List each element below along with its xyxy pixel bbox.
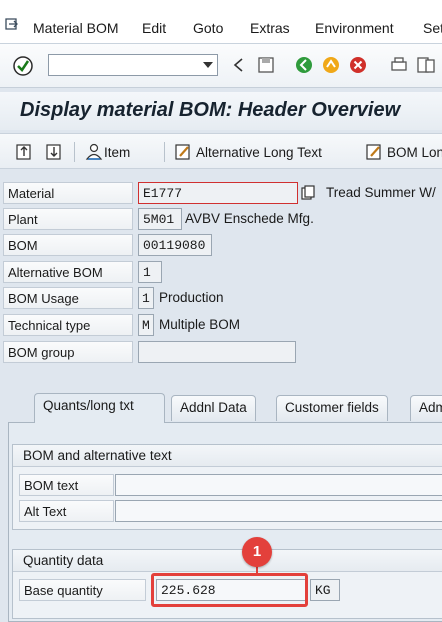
toolbar-separator: [164, 142, 165, 162]
menu-settings[interactable]: Set: [423, 20, 442, 36]
menu-environment[interactable]: Environment: [315, 20, 394, 36]
technical-type-description: Multiple BOM: [159, 317, 241, 332]
item-button-label: Item: [104, 144, 131, 160]
alternative-bom-field[interactable]: 1: [138, 261, 162, 283]
plant-label: Plant: [3, 208, 133, 230]
quantity-data-group-title: Quantity data: [13, 550, 442, 572]
menu-goto[interactable]: Goto: [193, 20, 223, 36]
tab-addnl-data[interactable]: Addnl Data: [171, 395, 256, 421]
tab-administration[interactable]: Adm: [410, 395, 442, 421]
bom-usage-field[interactable]: 1: [138, 287, 154, 309]
item-person-icon: [85, 143, 103, 160]
technical-type-field[interactable]: M: [138, 314, 154, 336]
page-title: Display material BOM: Header Overview: [20, 99, 401, 121]
bom-alt-text-group-title: BOM and alternative text: [13, 445, 442, 467]
alt-text-field[interactable]: [115, 500, 442, 522]
edit-pencil-icon: [366, 144, 381, 160]
material-field[interactable]: E1777: [138, 182, 298, 204]
alternative-bom-label: Alternative BOM: [3, 261, 133, 283]
callout-badge: 1: [242, 537, 272, 567]
bom-field[interactable]: 00119080: [138, 234, 212, 256]
command-dropdown-icon[interactable]: [203, 62, 213, 68]
bom-usage-description: Production: [159, 290, 224, 305]
enter-check-icon[interactable]: [12, 55, 34, 77]
command-field[interactable]: [48, 54, 218, 76]
title-bar: Display material BOM: Header Overview: [0, 92, 442, 130]
bom-group-label: BOM group: [3, 341, 133, 363]
print-icon[interactable]: [388, 54, 410, 76]
bom-alt-text-group: BOM and alternative text BOM text Alt Te…: [12, 444, 442, 530]
callout-connector: [256, 566, 258, 574]
application-toolbar: Item Alternative Long Text BOM Lon: [0, 133, 442, 169]
exit-yellow-icon[interactable]: [320, 54, 342, 76]
tab-customer-fields[interactable]: Customer fields: [276, 395, 388, 421]
menu-bar: Material BOM Edit Goto Extras Environmen…: [0, 0, 442, 44]
base-quantity-unit: KG: [310, 579, 340, 601]
back-arrow-icon[interactable]: [228, 54, 250, 76]
material-details-icon[interactable]: [301, 185, 315, 201]
save-icon[interactable]: [255, 54, 277, 76]
alt-text-label: Alt Text: [19, 500, 114, 522]
toolbar-separator: [74, 142, 75, 162]
tab-quants-long-txt[interactable]: Quants/long txt: [34, 393, 165, 423]
last-screen-icon[interactable]: [44, 142, 64, 162]
menu-extras[interactable]: Extras: [250, 20, 290, 36]
menu-edit[interactable]: Edit: [142, 20, 166, 36]
bom-text-label: BOM text: [19, 474, 114, 496]
base-quantity-label: Base quantity: [19, 579, 146, 601]
back-green-icon[interactable]: [293, 54, 315, 76]
cancel-red-icon[interactable]: [347, 54, 369, 76]
material-label: Material: [3, 182, 133, 204]
bom-label: BOM: [3, 234, 133, 256]
item-button[interactable]: Item: [84, 141, 130, 163]
menu-material-bom[interactable]: Material BOM: [33, 20, 119, 36]
plant-description: AVBV Enschede Mfg.: [185, 211, 314, 226]
bom-group-field[interactable]: [138, 341, 296, 363]
find-icon[interactable]: [415, 54, 437, 76]
bom-text-field[interactable]: [115, 474, 442, 496]
bom-long-text-label: BOM Lon: [387, 144, 442, 160]
first-screen-icon[interactable]: [14, 142, 34, 162]
tab-strip: Addnl Data Customer fields Adm Quants/lo…: [0, 393, 442, 423]
technical-type-label: Technical type: [3, 314, 133, 336]
alternative-long-text-label: Alternative Long Text: [196, 144, 322, 160]
menu-exit-icon[interactable]: [4, 17, 18, 31]
bom-usage-label: BOM Usage: [3, 287, 133, 309]
edit-pencil-icon: [175, 144, 190, 160]
bom-long-text-button[interactable]: BOM Lon: [364, 141, 442, 163]
alternative-long-text-button[interactable]: Alternative Long Text: [173, 141, 322, 163]
plant-field[interactable]: 5M01: [138, 208, 182, 230]
material-description: Tread Summer W/: [326, 185, 436, 200]
base-quantity-highlight: [151, 573, 308, 607]
standard-toolbar: [0, 44, 442, 88]
